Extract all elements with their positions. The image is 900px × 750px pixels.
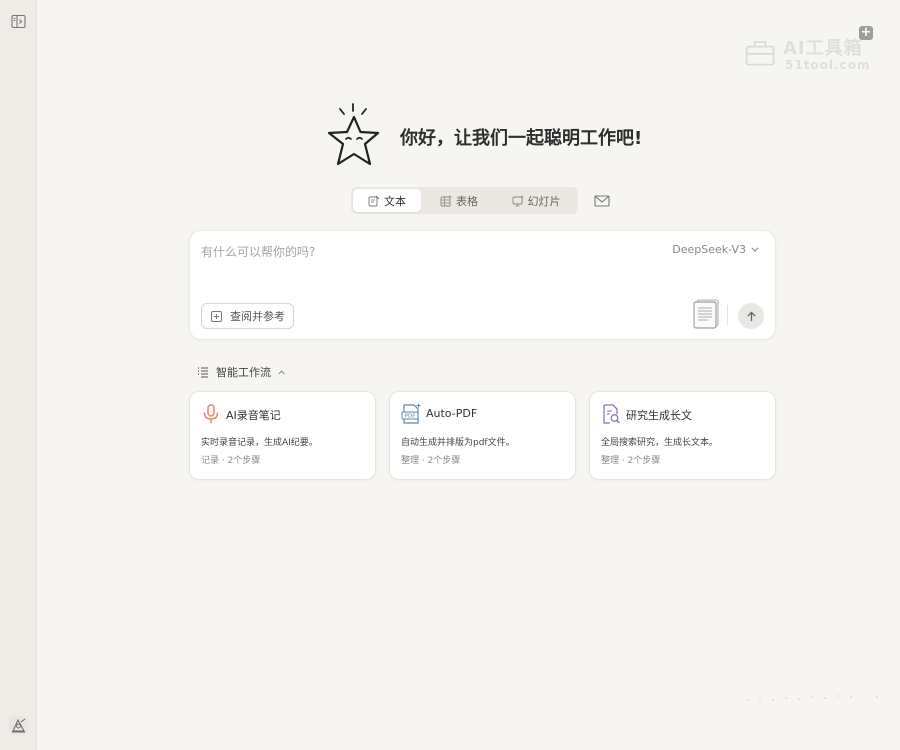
workflows-header[interactable]: 智能工作流 (197, 364, 285, 380)
divider (727, 305, 728, 325)
tab-slides-label: 幻灯片 (527, 194, 561, 208)
workflow-card-recording[interactable]: AI录音笔记 实时录音记录，生成AI纪要。 记录 · 2个步骤 (189, 391, 376, 480)
workflow-card-description: 全局搜索研究，生成长文本。 (601, 438, 719, 448)
workflow-card-description: 实时录音记录，生成AI纪要。 (201, 438, 318, 448)
workflows-header-label: 智能工作流 (216, 366, 271, 379)
mail-icon[interactable] (594, 193, 610, 207)
document-search-icon (601, 403, 621, 425)
text-edit-icon (368, 195, 380, 206)
plus-icon[interactable]: + (859, 26, 873, 40)
sidebar (0, 0, 37, 750)
star-mascot-icon (327, 103, 380, 166)
model-select[interactable]: DeepSeek-V3 (672, 243, 759, 256)
watermark: AI工具箱 51tool.com + (743, 26, 878, 74)
model-select-label: DeepSeek-V3 (672, 243, 746, 256)
workflow-card-title: AI录音笔记 (226, 409, 281, 422)
chat-input[interactable] (201, 241, 651, 263)
arrow-up-icon (746, 310, 756, 321)
mode-tabs: 文本 表格 幻灯片 (351, 187, 578, 214)
reference-button-label: 查阅并参考 (230, 310, 285, 323)
user-avatar-icon[interactable] (9, 716, 28, 735)
send-button[interactable] (738, 303, 764, 329)
workflow-card-meta: 记录 · 2个步骤 (201, 456, 261, 466)
tab-text[interactable]: 文本 (353, 189, 421, 212)
chat-input-card: DeepSeek-V3 查阅并参考 (189, 230, 776, 340)
tab-slides[interactable]: 幻灯片 (497, 189, 575, 212)
chevron-up-icon (278, 369, 285, 374)
reference-icon (211, 310, 222, 322)
watermark-logo-icon (745, 41, 775, 66)
tab-table[interactable]: 表格 (421, 189, 497, 212)
table-icon (440, 195, 452, 206)
tab-table-label: 表格 (456, 194, 478, 208)
slides-icon (512, 195, 523, 206)
workflow-card-meta: 整理 · 2个步骤 (401, 456, 461, 466)
decorative-dots (747, 695, 878, 701)
svg-text:PDF: PDF (405, 414, 416, 420)
workflow-card-research[interactable]: 研究生成长文 全局搜索研究，生成长文本。 整理 · 2个步骤 (589, 391, 776, 480)
hero: 你好，让我们一起聪明工作吧! (326, 102, 642, 172)
workflow-card-meta: 整理 · 2个步骤 (601, 456, 661, 466)
list-icon (198, 367, 208, 378)
workflow-card-title: Auto-PDF (426, 407, 478, 420)
pdf-icon: PDF (401, 403, 421, 425)
microphone-icon (201, 403, 221, 425)
chevron-down-icon (751, 247, 759, 252)
sidebar-toggle-icon[interactable] (11, 14, 26, 29)
document-stack-icon[interactable] (692, 299, 720, 329)
workflow-card-description: 自动生成并排版为pdf文件。 (401, 438, 515, 448)
watermark-subtitle: 51tool.com (785, 58, 871, 72)
greeting-title: 你好，让我们一起聪明工作吧! (400, 128, 643, 149)
watermark-title: AI工具箱 (783, 38, 863, 59)
reference-button[interactable]: 查阅并参考 (201, 303, 294, 329)
workflow-card-auto-pdf[interactable]: PDF Auto-PDF 自动生成并排版为pdf文件。 整理 · 2个步骤 (389, 391, 576, 480)
tab-text-label: 文本 (384, 194, 406, 208)
workflow-card-title: 研究生成长文 (626, 409, 692, 422)
